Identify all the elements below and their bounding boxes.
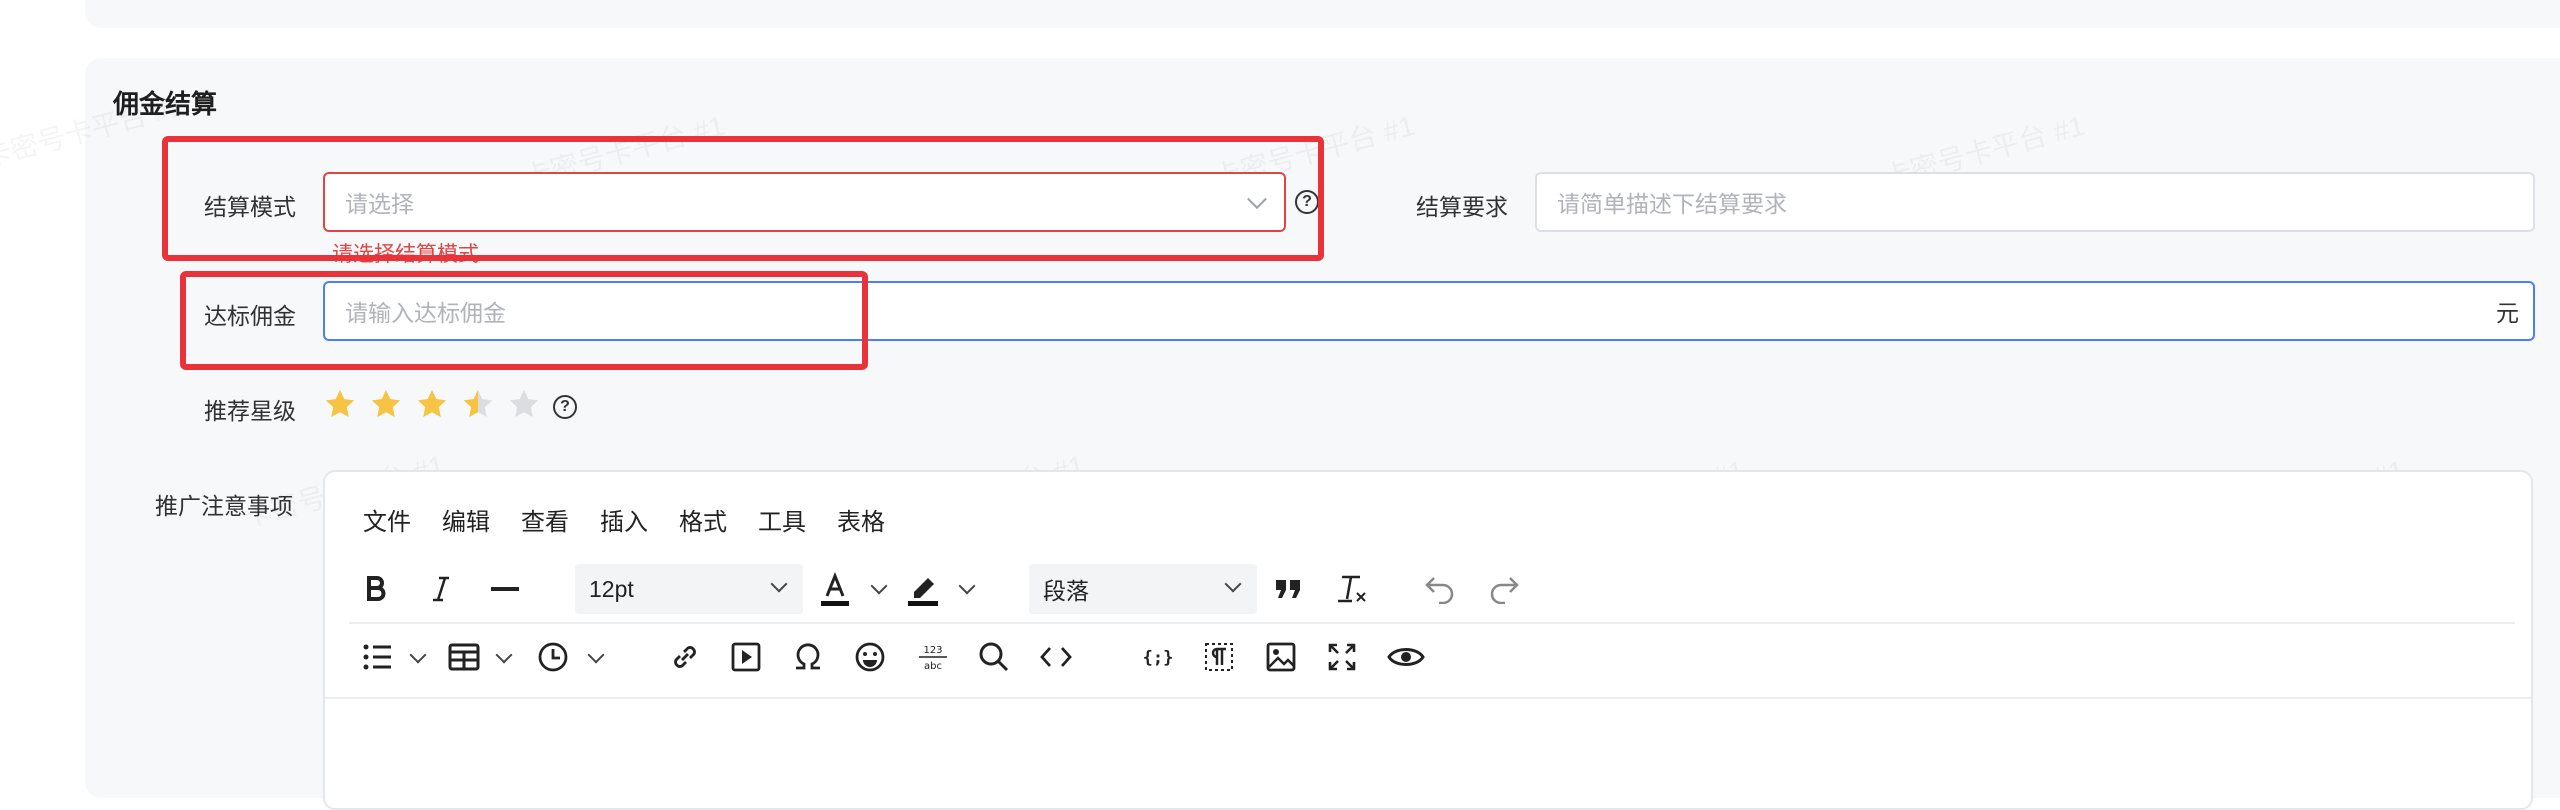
font-size-select[interactable]: 12pt (575, 564, 803, 614)
bullet-list-icon[interactable] (361, 640, 395, 674)
italic-icon[interactable] (426, 572, 456, 606)
text-color-icon[interactable] (817, 570, 853, 610)
font-size-value: 12pt (589, 575, 634, 602)
menu-format[interactable]: 格式 (679, 502, 727, 537)
settlement-req-input[interactable]: 请简单描述下结算要求 (1535, 172, 2535, 232)
block-format-select[interactable]: 段落 (1029, 564, 1257, 614)
image-icon[interactable] (1264, 640, 1298, 674)
clock-icon[interactable] (536, 640, 570, 674)
menu-edit[interactable]: 编辑 (442, 502, 490, 537)
chevron-down-icon[interactable] (870, 577, 888, 595)
clear-formatting-icon[interactable] (1335, 572, 1369, 606)
template-icon[interactable]: {;} (1141, 640, 1175, 674)
currency-suffix: 元 (2496, 300, 2519, 326)
annotation-box (162, 136, 1324, 261)
chevron-down-icon[interactable] (495, 646, 513, 664)
word-count-icon[interactable]: 123 abc (915, 640, 951, 674)
chevron-down-icon[interactable] (958, 577, 976, 595)
settlement-req-label: 结算要求 (1416, 194, 1508, 220)
rich-text-editor[interactable]: 文件 编辑 查看 插入 格式 工具 表格 12pt 段落 123 abc {;} (323, 470, 2533, 810)
annotation-box (180, 271, 868, 370)
block-format-value: 段落 (1043, 578, 1089, 604)
menu-tools[interactable]: 工具 (758, 502, 806, 537)
search-icon[interactable] (977, 640, 1011, 674)
preview-eye-icon[interactable] (1386, 640, 1426, 674)
highlight-color-icon[interactable] (905, 570, 941, 610)
previous-card (85, 0, 2560, 28)
special-character-icon[interactable] (791, 640, 825, 674)
star-empty-icon[interactable] (507, 387, 541, 421)
svg-text:123: 123 (923, 645, 942, 656)
bold-icon[interactable] (361, 572, 391, 606)
chevron-down-icon (770, 575, 788, 593)
media-icon[interactable] (729, 640, 763, 674)
link-icon[interactable] (668, 640, 702, 674)
editor-menubar: 文件 编辑 查看 插入 格式 工具 表格 (363, 502, 885, 537)
svg-text:abc: abc (924, 661, 942, 672)
toolbar-divider (349, 622, 2515, 624)
horizontal-line-icon[interactable] (487, 572, 523, 606)
chevron-down-icon[interactable] (587, 646, 605, 664)
menu-file[interactable]: 文件 (363, 502, 411, 537)
menu-view[interactable]: 查看 (521, 502, 569, 537)
settlement-req-placeholder: 请简单描述下结算要求 (1557, 191, 1787, 217)
code-icon[interactable] (1039, 640, 1073, 674)
star-rating[interactable] (323, 387, 541, 421)
visual-blocks-icon[interactable] (1202, 640, 1236, 674)
star-icon[interactable] (369, 387, 403, 421)
chevron-down-icon[interactable] (409, 646, 427, 664)
blockquote-icon[interactable] (1271, 572, 1305, 606)
rating-label: 推荐星级 (204, 398, 296, 424)
notes-label: 推广注意事项 (155, 493, 293, 519)
toolbar-bottom-border (325, 697, 2531, 699)
chevron-down-icon (1224, 575, 1242, 593)
star-icon[interactable] (323, 387, 357, 421)
redo-icon[interactable] (1487, 572, 1521, 606)
section-title: 佣金结算 (113, 89, 218, 119)
undo-icon[interactable] (1423, 572, 1457, 606)
star-half-icon[interactable] (461, 387, 495, 421)
help-icon[interactable]: ? (553, 395, 577, 419)
fullscreen-icon[interactable] (1325, 640, 1359, 674)
emoji-icon[interactable] (853, 640, 887, 674)
svg-text:{;}: {;} (1143, 648, 1174, 668)
menu-table[interactable]: 表格 (837, 502, 885, 537)
menu-insert[interactable]: 插入 (600, 502, 648, 537)
table-icon[interactable] (447, 640, 481, 674)
star-icon[interactable] (415, 387, 449, 421)
